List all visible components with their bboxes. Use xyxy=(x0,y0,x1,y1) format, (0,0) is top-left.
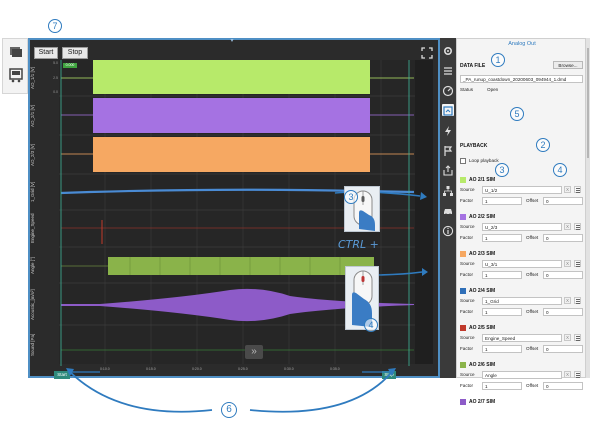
app-screen: 7 ▾ Start Stop AO_1/1 [V] AO_2/1 [V] AO_… xyxy=(0,0,594,445)
callout-6: 6 xyxy=(221,402,237,418)
range-bracket-arrow xyxy=(66,368,396,413)
